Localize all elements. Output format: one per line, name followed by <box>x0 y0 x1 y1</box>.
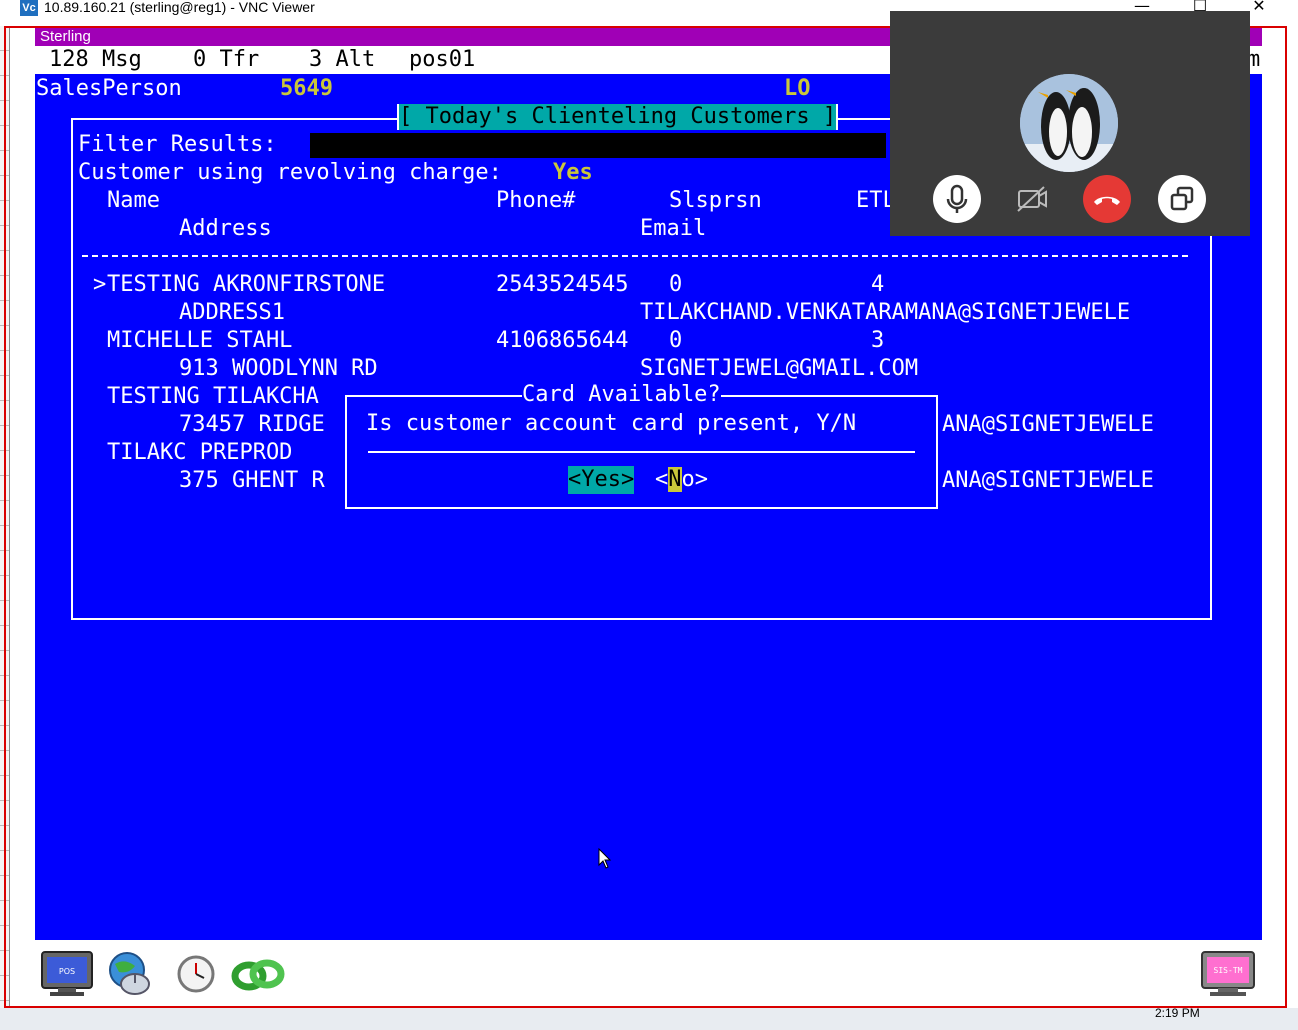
text-cursor: N <box>668 467 682 492</box>
sis-terminal-icon[interactable]: SIS-TM <box>1200 950 1256 1003</box>
header-address: Address <box>179 216 272 241</box>
customer-address: 73457 RIDGE <box>179 412 325 437</box>
pos-terminal-icon[interactable]: POS <box>40 950 94 1003</box>
switch-window-icon <box>1170 186 1194 211</box>
customer-address: ADDRESS1 <box>179 300 285 325</box>
customer-address: 913 WOODLYNN RD <box>179 356 378 381</box>
customer-phone: 2543524545 <box>496 272 629 297</box>
app-taskbar: POS SIS-TM <box>35 941 1262 1001</box>
customer-name: TESTING TILAKCHA <box>107 384 319 409</box>
customer-name: TESTING AKRONFIRSTONE <box>107 272 386 297</box>
sis-label: SIS-TM <box>1214 966 1243 975</box>
customer-email: SIGNETJEWEL@GMAIL.COM <box>640 356 919 381</box>
vnc-app-icon: Vc <box>20 0 38 16</box>
customer-email: ANA@SIGNETJEWELE <box>942 468 1154 493</box>
header-slsprsn: Slsprsn <box>669 188 762 213</box>
customer-phone: 4106865644 <box>496 328 629 353</box>
header-separator <box>82 255 1188 257</box>
video-call-overlay <box>890 11 1250 236</box>
filter-input[interactable] <box>310 133 886 158</box>
switch-window-button[interactable] <box>1158 175 1206 223</box>
dialog-prompt: Is customer account card present, Y/N <box>366 411 857 436</box>
revolving-value: Yes <box>553 160 593 185</box>
penguins-avatar <box>1020 74 1118 172</box>
panel-title: [ Today's Clienteling Customers ] <box>397 104 839 130</box>
location-code: LO <box>784 76 811 101</box>
hang-up-icon <box>1094 196 1120 205</box>
camera-off-icon <box>1017 186 1047 212</box>
customer-name: MICHELLE STAHL <box>107 328 293 353</box>
salesperson-label: SalesPerson <box>36 76 182 101</box>
customer-address: 375 GHENT R <box>179 468 325 493</box>
no-button[interactable]: <No> <box>655 466 708 494</box>
selection-marker: > <box>93 272 107 297</box>
alert-count: 3 Alt <box>309 47 376 72</box>
customer-email: ANA@SIGNETJEWELE <box>942 412 1154 437</box>
camera-toggle-button[interactable] <box>1008 175 1056 223</box>
customer-etl: 3 <box>871 328 885 353</box>
mic-icon <box>946 184 968 213</box>
header-email: Email <box>640 216 707 241</box>
window-title: 10.89.160.21 (sterling@reg1) - VNC Viewe… <box>44 0 315 15</box>
customer-slsprsn: 0 <box>669 272 683 297</box>
revolving-label: Customer using revolving charge: <box>78 160 502 185</box>
mouse-pointer-icon <box>598 847 612 875</box>
link-icon[interactable] <box>229 950 287 1003</box>
hang-up-button[interactable] <box>1083 175 1131 223</box>
transfer-count: 0 Tfr <box>193 47 260 72</box>
no-button-rest: o> <box>681 467 709 492</box>
salesperson-id: 5649 <box>280 76 333 101</box>
mic-button[interactable] <box>933 175 981 223</box>
clock-icon[interactable] <box>174 950 218 1003</box>
dialog-divider <box>368 451 915 453</box>
system-clock: 2:19 PM <box>1155 1006 1200 1020</box>
header-phone: Phone# <box>496 188 576 213</box>
dialog-title: Card Available? <box>522 381 721 409</box>
background-window-edge <box>0 26 10 1016</box>
filter-label: Filter Results: <box>78 132 277 157</box>
message-count: 128 Msg <box>49 47 142 72</box>
header-name: Name <box>107 188 160 213</box>
yes-button[interactable]: <Yes> <box>568 466 635 494</box>
customer-name: TILAKC PREPROD <box>107 440 293 465</box>
customer-etl: 4 <box>871 272 885 297</box>
globe-mouse-icon[interactable] <box>105 950 157 1003</box>
customer-slsprsn: 0 <box>669 328 683 353</box>
os-taskbar <box>0 1008 1298 1030</box>
pos-label: POS <box>59 967 75 976</box>
customer-email: TILAKCHAND.VENKATARAMANA@SIGNETJEWELE <box>640 300 1131 325</box>
no-button-open: < <box>655 467 669 492</box>
pos-id: pos01 <box>409 47 476 72</box>
